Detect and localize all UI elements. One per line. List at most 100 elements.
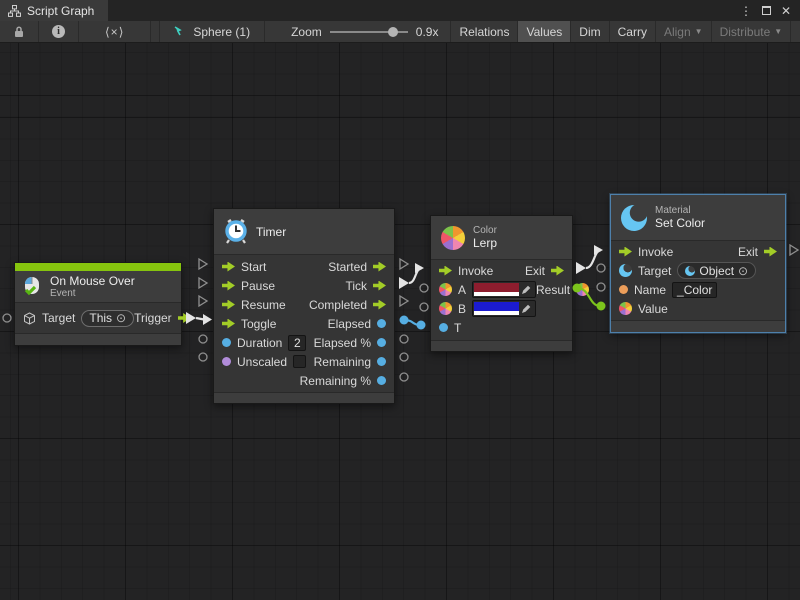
port-setcolor-exit-out[interactable] xyxy=(790,245,798,255)
port-timer-remaining-pct-out[interactable] xyxy=(400,373,408,381)
port-pause[interactable]: Pause xyxy=(222,279,275,293)
overview-button[interactable]: Overview xyxy=(791,21,800,42)
eyedropper-icon[interactable] xyxy=(519,302,534,315)
relations-button[interactable]: Relations xyxy=(451,21,518,42)
port-timer-tick-out[interactable] xyxy=(399,277,409,289)
port-started[interactable]: Started xyxy=(328,260,386,274)
port-lerp-b-in[interactable] xyxy=(420,303,428,311)
port-setcolor-name-in[interactable] xyxy=(597,283,605,291)
control-port-icon xyxy=(222,300,235,310)
port-exit[interactable]: Exit xyxy=(525,264,564,278)
wire-tick-invoke[interactable] xyxy=(409,268,422,283)
port-result[interactable]: Result xyxy=(536,283,589,297)
target-object-picker[interactable]: This ⊙ xyxy=(81,310,134,327)
align-button[interactable]: Align▼ xyxy=(656,21,712,42)
port-timer-elapsed-out[interactable] xyxy=(400,316,409,325)
node-timer[interactable]: Timer Start Started Pause Tick Resume Co… xyxy=(213,208,395,404)
port-timer-pause-in[interactable] xyxy=(199,278,207,288)
port-elapsed-pct[interactable]: Elapsed % xyxy=(314,336,386,350)
port-target[interactable]: Target Object ⊙ xyxy=(619,262,756,279)
port-elapsed[interactable]: Elapsed xyxy=(328,317,386,331)
port-setcolor-target-in[interactable] xyxy=(597,264,605,272)
maximize-icon[interactable] xyxy=(758,4,774,18)
port-start[interactable]: Start xyxy=(222,260,266,274)
port-remaining-pct[interactable]: Remaining % xyxy=(300,374,386,388)
node-title: On Mouse Over xyxy=(50,274,135,288)
port-setcolor-invoke-in[interactable] xyxy=(594,245,603,255)
port-b[interactable]: B xyxy=(439,300,536,317)
port-lerp-a-in[interactable] xyxy=(420,284,428,292)
port-setcolor-value-in[interactable] xyxy=(597,302,606,311)
port-unscaled[interactable]: Unscaled xyxy=(222,355,306,369)
port-timer-remaining-out[interactable] xyxy=(400,353,408,361)
port-timer-completed-out[interactable] xyxy=(400,296,408,306)
wire-elapsed-t[interactable] xyxy=(404,320,420,325)
port-completed[interactable]: Completed xyxy=(309,298,386,312)
dim-button[interactable]: Dim xyxy=(571,21,609,42)
info-button[interactable]: i xyxy=(39,21,79,42)
unscaled-checkbox[interactable] xyxy=(293,355,306,368)
port-timer-toggle-in[interactable] xyxy=(203,314,212,325)
port-t[interactable]: T xyxy=(439,321,461,335)
value-port-icon xyxy=(439,283,452,296)
port-duration[interactable]: Duration 2 xyxy=(222,335,306,351)
trigger-port-label: Trigger xyxy=(134,311,172,325)
port-tick[interactable]: Tick xyxy=(345,279,386,293)
port-toggle[interactable]: Toggle xyxy=(222,317,276,331)
values-button[interactable]: Values xyxy=(518,21,571,42)
name-input[interactable]: _Color xyxy=(672,282,717,298)
tab-script-graph[interactable]: Script Graph xyxy=(0,0,108,21)
object-picker-icon: ⊙ xyxy=(738,264,748,278)
node-header[interactable]: Timer xyxy=(214,209,394,255)
inspect-button[interactable]: ⟨×⟩ xyxy=(79,21,151,42)
value-port-icon xyxy=(377,319,386,328)
node-header[interactable]: Material Set Color xyxy=(611,195,785,241)
graph-canvas[interactable]: On Mouse Over Event Target This ⊙ xyxy=(0,43,800,600)
node-header[interactable]: On Mouse Over Event xyxy=(15,271,181,303)
port-remaining[interactable]: Remaining xyxy=(314,355,386,369)
port-invoke[interactable]: Invoke xyxy=(439,264,493,278)
node-color-lerp[interactable]: Color Lerp Invoke Exit A xyxy=(430,215,573,352)
value-port-icon xyxy=(377,338,386,347)
port-invoke[interactable]: Invoke xyxy=(619,245,673,259)
node-category: Material xyxy=(655,205,705,216)
port-name[interactable]: Name _Color xyxy=(619,282,717,298)
port-timer-unscaled-in[interactable] xyxy=(199,353,207,361)
duration-input[interactable]: 2 xyxy=(288,335,306,351)
port-exit[interactable]: Exit xyxy=(738,245,777,259)
port-timer-started-out[interactable] xyxy=(400,259,408,269)
close-icon[interactable]: ✕ xyxy=(778,4,794,18)
lock-button[interactable] xyxy=(0,21,39,42)
value-port-icon xyxy=(377,357,386,366)
color-b-swatch[interactable] xyxy=(472,300,536,317)
selection-indicator[interactable]: Sphere (1) xyxy=(159,21,265,42)
zoom-slider[interactable] xyxy=(330,26,408,38)
distribute-button[interactable]: Distribute▼ xyxy=(712,21,792,42)
node-title: Lerp xyxy=(473,236,497,250)
port-lerp-invoke-in[interactable] xyxy=(415,263,424,273)
zoom-label: Zoom xyxy=(291,25,322,39)
carry-button[interactable]: Carry xyxy=(610,21,656,42)
port-timer-start-in[interactable] xyxy=(199,259,207,269)
node-header[interactable]: Color Lerp xyxy=(431,216,572,260)
target-object-picker[interactable]: Object ⊙ xyxy=(677,262,756,279)
node-set-color[interactable]: Material Set Color Invoke Exit Target Ob… xyxy=(610,194,786,333)
port-lerp-t-in[interactable] xyxy=(417,321,426,330)
node-on-mouse-over[interactable]: On Mouse Over Event Target This ⊙ xyxy=(14,262,182,346)
port-value[interactable]: Value xyxy=(619,302,668,316)
color-a-swatch[interactable] xyxy=(472,281,536,298)
wire-exit-invoke[interactable] xyxy=(586,250,601,268)
tab-title: Script Graph xyxy=(27,4,94,18)
zoom-control: Zoom 0.9x xyxy=(279,21,451,42)
port-lerp-exit-out[interactable] xyxy=(576,262,586,274)
wire-trigger-toggle[interactable] xyxy=(196,318,204,320)
zoom-slider-handle[interactable] xyxy=(388,27,398,37)
port-a[interactable]: A xyxy=(439,281,536,298)
port-omo-target-in[interactable] xyxy=(3,314,11,322)
port-timer-resume-in[interactable] xyxy=(199,296,207,306)
port-timer-duration-in[interactable] xyxy=(199,335,207,343)
eyedropper-icon[interactable] xyxy=(519,283,534,296)
menu-icon[interactable]: ⋮ xyxy=(738,4,754,18)
port-resume[interactable]: Resume xyxy=(222,298,286,312)
port-timer-elapsed-pct-out[interactable] xyxy=(400,335,408,343)
